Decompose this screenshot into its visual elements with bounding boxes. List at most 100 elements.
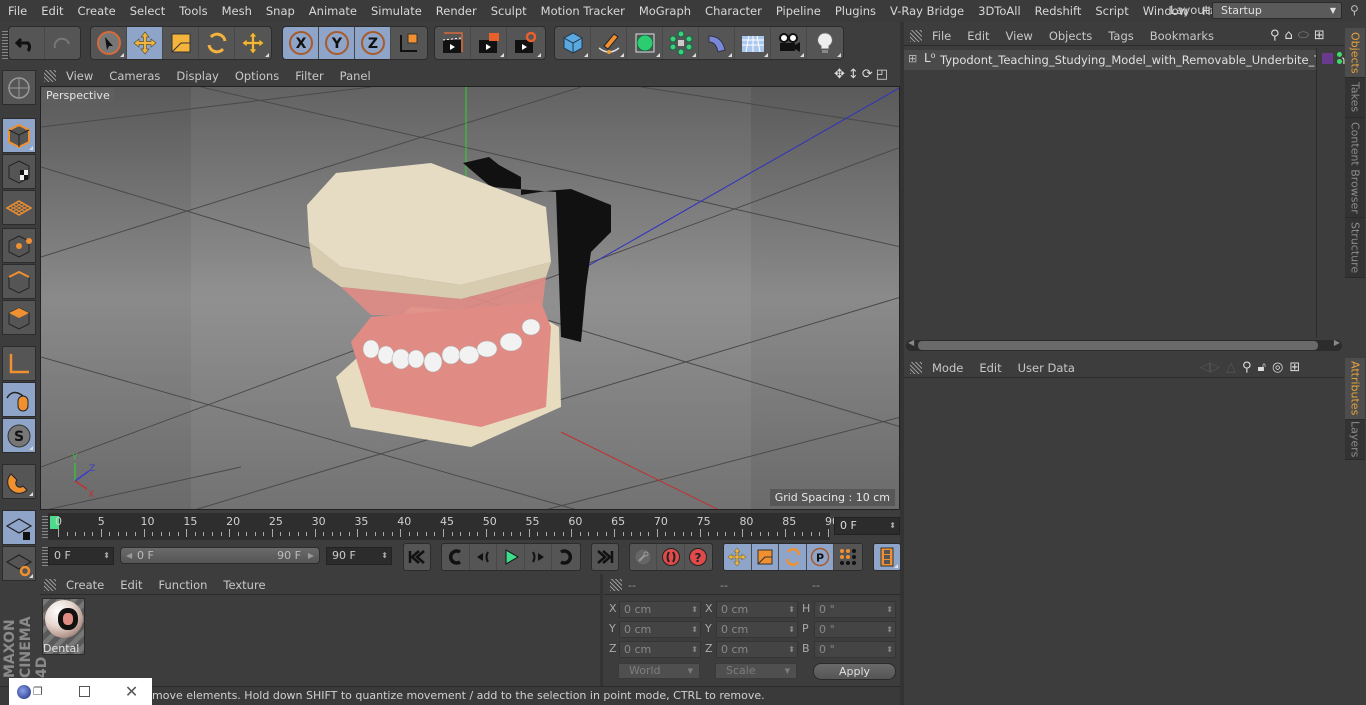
rotate-tool-button[interactable] bbox=[199, 27, 235, 59]
menu-pipeline[interactable]: Pipeline bbox=[769, 4, 828, 18]
bend-deformer-button[interactable] bbox=[699, 27, 735, 59]
menu-sculpt[interactable]: Sculpt bbox=[484, 4, 534, 18]
viewport-menu-options[interactable]: Options bbox=[227, 69, 287, 83]
previous-key-button[interactable] bbox=[442, 544, 470, 570]
side-tab-structure[interactable]: Structure bbox=[1345, 218, 1365, 278]
3d-viewport[interactable]: Y Z X Grid Spacing : 10 cm bbox=[40, 86, 900, 510]
object-row[interactable]: ⊞ L⁰ Typodont_Teaching_Studying_Model_wi… bbox=[904, 50, 1345, 70]
render-visibility-dot[interactable] bbox=[1337, 59, 1342, 64]
eye-icon[interactable]: ⬭ bbox=[1298, 28, 1309, 43]
navigate-back-forward-icon[interactable]: ◁▷ bbox=[1200, 360, 1220, 375]
size-field[interactable]: 0 cm ⬍ bbox=[716, 641, 798, 658]
menu-animate[interactable]: Animate bbox=[302, 4, 364, 18]
edge-mode-button[interactable] bbox=[2, 264, 36, 299]
coordinate-system-button[interactable] bbox=[391, 27, 427, 59]
scroll-left-icon[interactable]: ◀ bbox=[908, 338, 914, 347]
restore-icon[interactable]: ❐ bbox=[33, 685, 43, 698]
spinner-icon[interactable]: ⬍ bbox=[788, 642, 795, 657]
position-field[interactable]: 0 cm ⬍ bbox=[619, 641, 701, 658]
new-panel-icon[interactable]: ⊞ bbox=[1289, 360, 1300, 375]
spinner-icon[interactable]: ⬍ bbox=[788, 602, 795, 617]
menu-3dtoall[interactable]: 3DToAll bbox=[971, 4, 1028, 18]
spinner-icon[interactable]: ⬍ bbox=[886, 642, 893, 657]
scrollbar-thumb[interactable] bbox=[918, 341, 1318, 350]
point-mode-button[interactable] bbox=[2, 228, 36, 263]
search-icon[interactable]: ⚲ bbox=[1350, 3, 1359, 17]
material-menu-texture[interactable]: Texture bbox=[215, 578, 273, 592]
menu-plugins[interactable]: Plugins bbox=[828, 4, 883, 18]
menu-motion-tracker[interactable]: Motion Tracker bbox=[534, 4, 632, 18]
spinner-icon[interactable]: ⬍ bbox=[788, 622, 795, 637]
menu-v-ray-bridge[interactable]: V-Ray Bridge bbox=[883, 4, 971, 18]
start-frame-field[interactable]: 0 F ⬍ bbox=[48, 547, 114, 565]
menu-tools[interactable]: Tools bbox=[172, 4, 214, 18]
spinner-icon[interactable]: ⬍ bbox=[103, 548, 110, 564]
object-menu-view[interactable]: View bbox=[998, 29, 1041, 43]
side-tab-takes[interactable]: Takes bbox=[1345, 78, 1365, 118]
dolly-icon[interactable]: ↕ bbox=[848, 67, 859, 82]
camera-button[interactable] bbox=[771, 27, 807, 59]
range-left-arrow-icon[interactable]: ◀ bbox=[126, 548, 132, 563]
side-tab-objects[interactable]: Objects bbox=[1345, 28, 1365, 78]
size-field[interactable]: 0 cm ⬍ bbox=[716, 621, 798, 638]
side-tab-attributes[interactable]: Attributes bbox=[1345, 358, 1365, 420]
move-tool-button[interactable] bbox=[127, 27, 163, 59]
side-tab-content-browser[interactable]: Content Browser bbox=[1345, 118, 1365, 218]
render-view-button[interactable] bbox=[435, 27, 471, 59]
frame-range-slider[interactable]: ◀ 0 F 90 F ▶ bbox=[120, 547, 320, 564]
menu-create[interactable]: Create bbox=[71, 4, 123, 18]
home-icon[interactable]: ⌂ bbox=[1285, 28, 1293, 43]
panel-grip[interactable] bbox=[910, 30, 922, 42]
next-key-button[interactable] bbox=[552, 544, 580, 570]
spinner-icon[interactable]: ⬍ bbox=[691, 622, 698, 637]
target-icon[interactable]: ◎ bbox=[1272, 360, 1283, 375]
material-name[interactable]: Dental bbox=[43, 642, 79, 655]
menu-redshift[interactable]: Redshift bbox=[1028, 4, 1089, 18]
menu-edit[interactable]: Edit bbox=[34, 4, 70, 18]
key-rotation-button[interactable] bbox=[779, 544, 807, 570]
viewport-menu-panel[interactable]: Panel bbox=[332, 69, 379, 83]
scroll-right-icon[interactable]: ▶ bbox=[1334, 338, 1340, 347]
range-right-arrow-icon[interactable]: ▶ bbox=[308, 548, 314, 563]
camera-label[interactable]: Perspective bbox=[42, 88, 114, 103]
record-active-objects-button[interactable] bbox=[630, 544, 658, 570]
render-picture-viewer-button[interactable] bbox=[471, 27, 507, 59]
end-frame-field[interactable]: 90 F ⬍ bbox=[326, 547, 392, 565]
snap-button[interactable]: S bbox=[2, 418, 36, 453]
panel-grip[interactable] bbox=[610, 579, 622, 591]
play-button[interactable] bbox=[497, 544, 525, 570]
object-menu-objects[interactable]: Objects bbox=[1041, 29, 1100, 43]
previous-frame-button[interactable] bbox=[470, 544, 498, 570]
rotation-field[interactable]: 0 ° ⬍ bbox=[814, 601, 896, 618]
polygon-mode-button[interactable] bbox=[2, 300, 36, 335]
transform-tool-button[interactable] bbox=[235, 27, 271, 59]
timeline-ruler[interactable]: 0 5 10 15 20 25 30 35 40 45 50 55 60 65 70 75 80 85 90 bbox=[48, 513, 839, 540]
viewport-menu-view[interactable]: View bbox=[58, 69, 101, 83]
light-button[interactable] bbox=[807, 27, 843, 59]
attributes-menu-user-data[interactable]: User Data bbox=[1010, 361, 1083, 375]
viewport-menu-cameras[interactable]: Cameras bbox=[101, 69, 168, 83]
pan-icon[interactable]: ✥ bbox=[834, 67, 845, 82]
panel-grip[interactable] bbox=[910, 362, 922, 374]
y-axis-lock-button[interactable]: Y bbox=[319, 27, 355, 59]
material-tag[interactable] bbox=[1322, 53, 1333, 64]
object-menu-bookmarks[interactable]: Bookmarks bbox=[1142, 29, 1222, 43]
object-list[interactable] bbox=[904, 48, 1316, 338]
lock-icon[interactable]: 🔓︎ bbox=[1258, 360, 1266, 375]
menu-select[interactable]: Select bbox=[123, 4, 172, 18]
menu-character[interactable]: Character bbox=[698, 4, 769, 18]
scale-tool-button[interactable] bbox=[163, 27, 199, 59]
spinner-icon[interactable]: ⬍ bbox=[691, 642, 698, 657]
layout-dropdown[interactable]: Startup ▼ bbox=[1212, 2, 1342, 19]
key-pla-button[interactable] bbox=[834, 544, 862, 570]
attributes-menu-mode[interactable]: Mode bbox=[924, 361, 971, 375]
orbit-icon[interactable]: ⟳ bbox=[862, 67, 873, 82]
key-position-button[interactable] bbox=[724, 544, 752, 570]
spinner-icon[interactable]: ⬍ bbox=[381, 548, 388, 564]
rotation-field[interactable]: 0 ° ⬍ bbox=[814, 641, 896, 658]
locked-workplane-button[interactable] bbox=[2, 510, 36, 545]
cloner-button[interactable] bbox=[663, 27, 699, 59]
panel-grip[interactable] bbox=[44, 69, 56, 82]
menu-mesh[interactable]: Mesh bbox=[215, 4, 259, 18]
key-parameter-button[interactable]: P bbox=[806, 544, 835, 570]
